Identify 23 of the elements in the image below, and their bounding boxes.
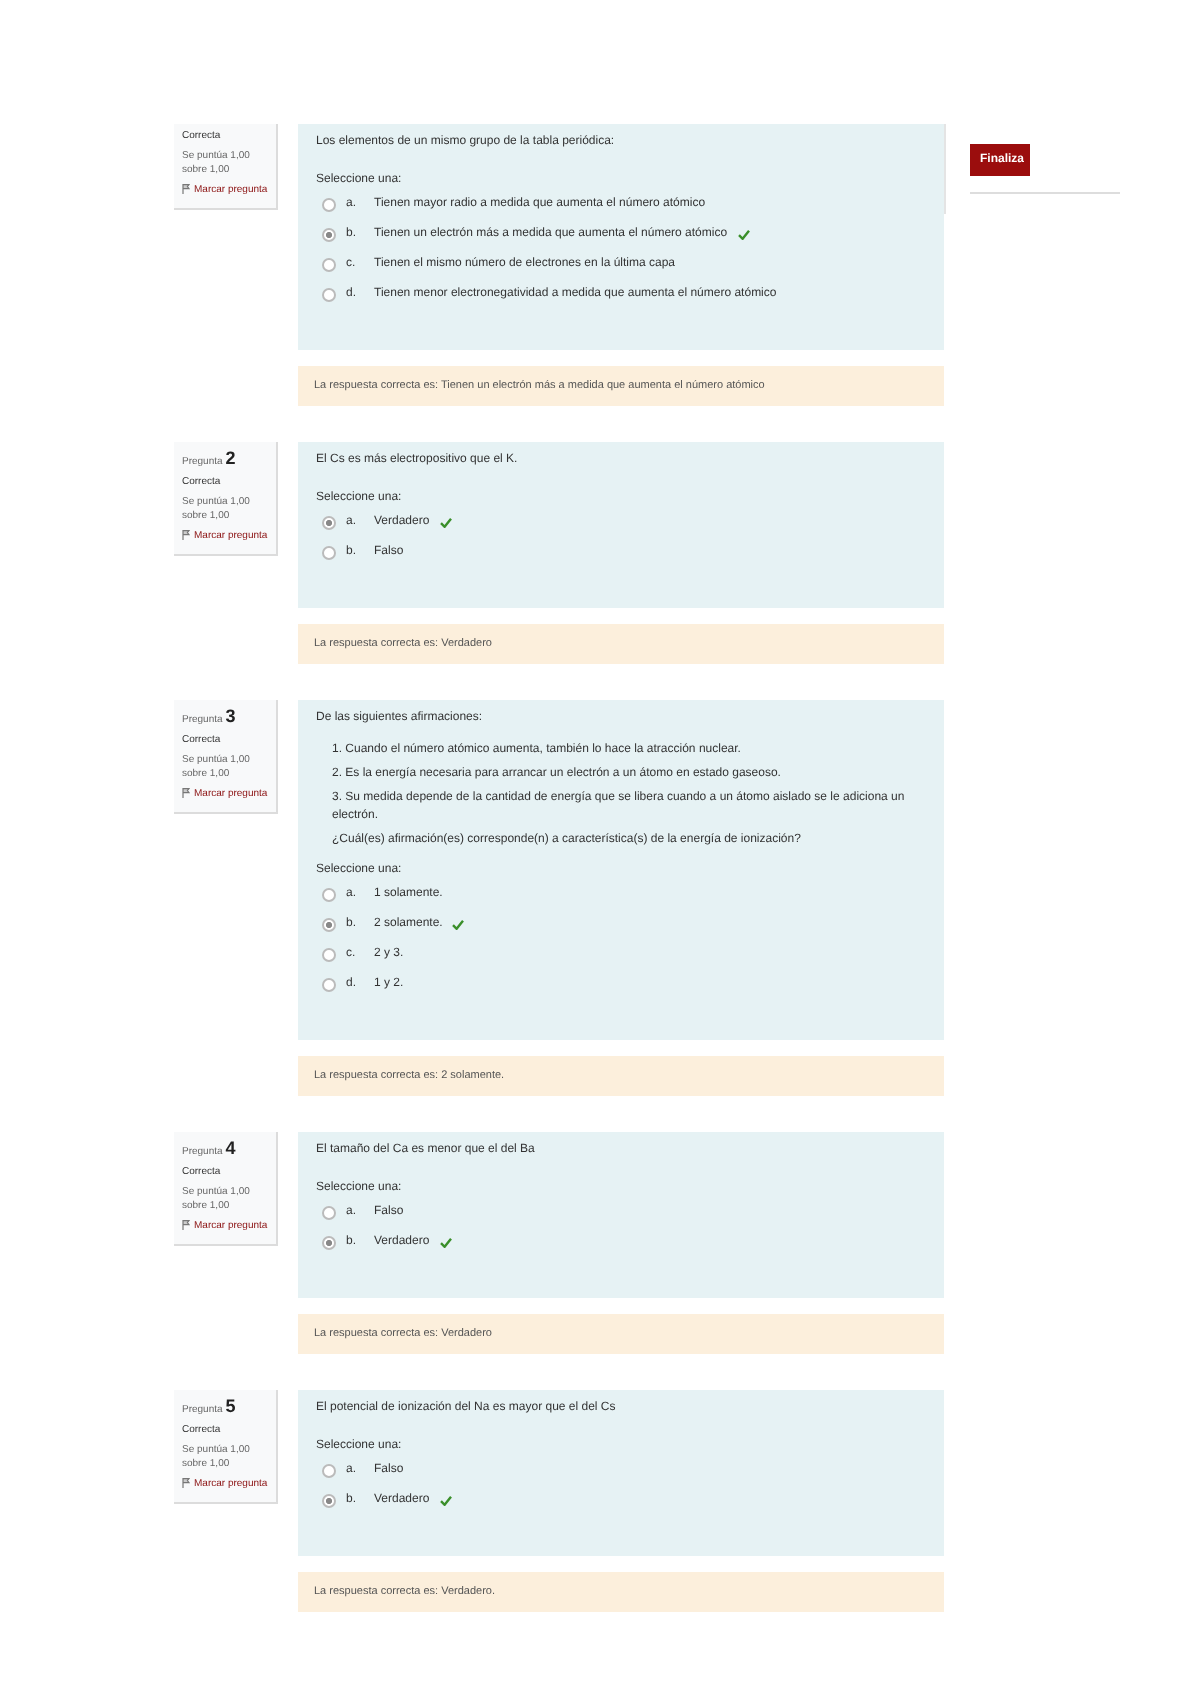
question-number: 4	[225, 1138, 236, 1158]
flag-icon	[182, 530, 190, 540]
radio-button[interactable]	[322, 1493, 336, 1507]
question-number: 3	[225, 706, 236, 726]
radio-button[interactable]	[322, 947, 336, 961]
radio-button[interactable]	[322, 197, 336, 211]
radio-button[interactable]	[322, 227, 336, 241]
flag-icon	[182, 184, 190, 194]
flag-icon	[182, 1220, 190, 1230]
flag-icon	[182, 1478, 190, 1488]
question-number: 2	[225, 448, 236, 468]
question-number: 5	[225, 1396, 236, 1416]
radio-button[interactable]	[322, 1205, 336, 1219]
radio-button[interactable]	[322, 917, 336, 931]
radio-button[interactable]	[322, 1235, 336, 1249]
radio-button[interactable]	[322, 1463, 336, 1477]
radio-button[interactable]	[322, 257, 336, 271]
radio-button[interactable]	[322, 545, 336, 559]
radio-button[interactable]	[322, 977, 336, 991]
flag-icon	[182, 788, 190, 798]
radio-button[interactable]	[322, 515, 336, 529]
radio-button[interactable]	[322, 287, 336, 301]
radio-button[interactable]	[322, 887, 336, 901]
